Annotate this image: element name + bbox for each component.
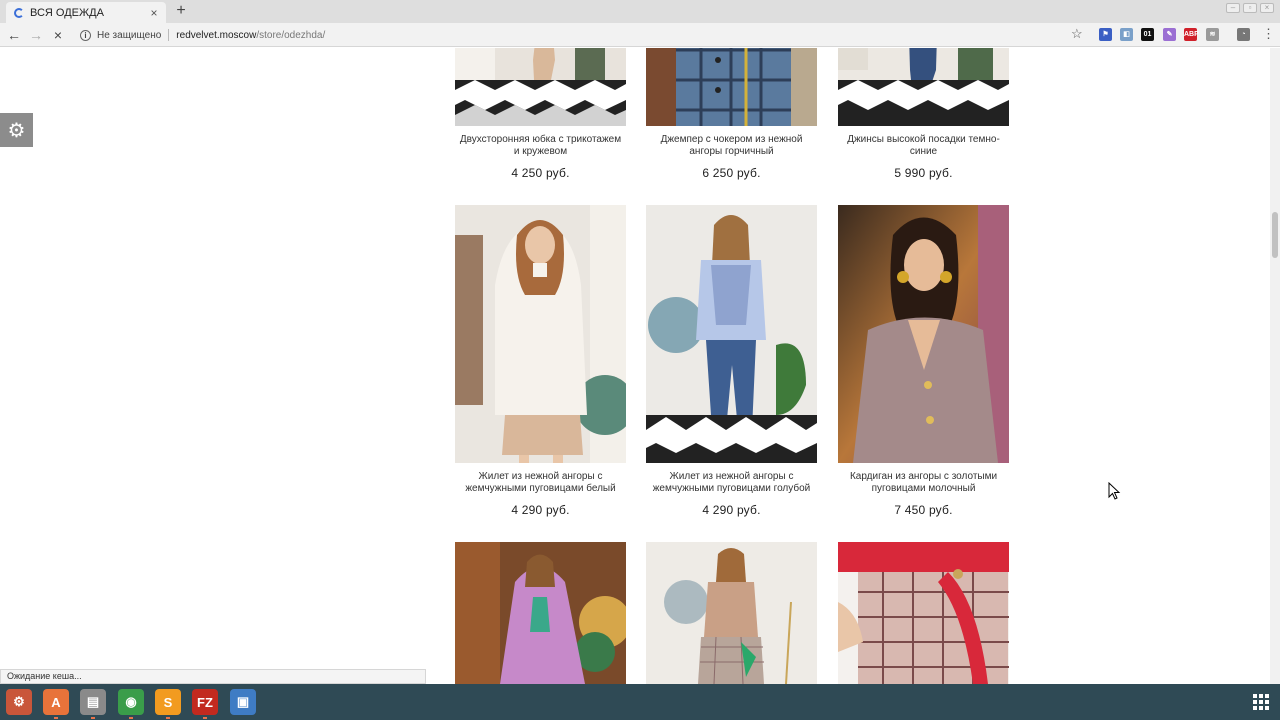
browser-toolbar: ← → × i Не защищено redvelvet.moscow/sto… (0, 23, 1280, 47)
tab-title: ВСЯ ОДЕЖДА (30, 6, 104, 19)
product-photo[interactable] (455, 205, 626, 463)
page-viewport: ⚙ Двухсторонняя юбка с трикотажем и круж… (0, 48, 1270, 684)
product-card[interactable]: Жилет из нежной ангоры с жемчужными пуго… (646, 205, 817, 517)
product-card[interactable]: Джемпер с чокером из нежной ангоры горчи… (646, 48, 817, 180)
scrollbar-thumb[interactable] (1272, 212, 1278, 258)
url-host[interactable]: redvelvet.moscow (176, 30, 256, 41)
back-arrow-icon[interactable]: ← (5, 26, 23, 44)
product-price: 4 250 руб. (511, 166, 570, 180)
loading-spinner-icon (14, 7, 24, 18)
file-manager-icon[interactable]: ▤ (80, 689, 106, 719)
tab-close-icon[interactable]: × (146, 6, 162, 20)
status-bubble: Ожидание кеша... (0, 669, 426, 684)
flag-extension-icon[interactable]: ⚑ (1099, 28, 1112, 41)
maximize-button[interactable]: ▫ (1243, 3, 1257, 13)
settings-gear-icon[interactable]: ⚙ (0, 113, 33, 147)
info-icon[interactable]: i (80, 29, 91, 41)
product-name[interactable]: Жилет из нежной ангоры с жемчужными пуго… (646, 471, 817, 495)
sublime-text-icon[interactable]: S (155, 689, 181, 719)
product-price: 6 250 руб. (702, 166, 761, 180)
address-separator (168, 29, 170, 41)
product-card[interactable]: Двухсторонняя юбка с трикотажем и кружев… (455, 48, 626, 180)
minimize-button[interactable]: – (1226, 3, 1240, 13)
product-photo[interactable] (646, 542, 817, 684)
page-scrollbar[interactable] (1270, 48, 1280, 684)
product-photo[interactable] (646, 205, 817, 463)
product-photo[interactable] (646, 48, 817, 126)
product-card[interactable]: Джинсы высокой посадки темно-синие 5 990… (838, 48, 1009, 180)
taskbar: ⚙ A ▤ ◉ S FZ ▣ (0, 684, 1280, 720)
product-name[interactable]: Джинсы высокой посадки темно-синие (838, 134, 1009, 158)
product-name[interactable]: Двухсторонняя юбка с трикотажем и кружев… (455, 134, 626, 158)
settings-app-icon[interactable]: ⚙ (6, 689, 32, 715)
browser-menu-icon[interactable]: ⋮ (1262, 27, 1275, 41)
layers-extension-icon[interactable]: ≋ (1206, 28, 1219, 41)
bookmark-star-icon[interactable]: ☆ (1071, 26, 1083, 42)
chrome-icon[interactable]: ◉ (118, 689, 144, 719)
product-photo[interactable] (455, 48, 626, 126)
software-center-icon[interactable]: A (43, 689, 69, 719)
window-controls: – ▫ × (1226, 3, 1274, 13)
close-window-button[interactable]: × (1260, 3, 1274, 13)
product-photo[interactable] (838, 205, 1009, 463)
tab-strip: ВСЯ ОДЕЖДА × + – ▫ × (0, 0, 1280, 23)
stop-loading-icon[interactable]: × (49, 26, 67, 44)
product-price: 4 290 руб. (511, 503, 570, 517)
product-price: 4 290 руб. (702, 503, 761, 517)
product-name[interactable]: Кардиган из ангоры с золотыми пуговицами… (838, 471, 1009, 495)
product-photo[interactable] (455, 542, 626, 684)
url-path[interactable]: /store/odezhda/ (256, 30, 325, 41)
browser-tab[interactable]: ВСЯ ОДЕЖДА × (6, 2, 166, 23)
product-card[interactable] (838, 542, 1009, 684)
running-indicator (203, 717, 207, 719)
address-bar[interactable]: i Не защищено redvelvet.moscow/store/ode… (74, 25, 1092, 45)
product-price: 5 990 руб. (894, 166, 953, 180)
pen-extension-icon[interactable]: ✎ (1163, 28, 1176, 41)
mouse-cursor-icon (1108, 482, 1121, 500)
running-indicator (91, 717, 95, 719)
product-card[interactable] (646, 542, 817, 684)
running-indicator (166, 717, 170, 719)
screenshot-app-icon[interactable]: ▣ (230, 689, 256, 715)
adblock-icon[interactable]: ABP (1184, 28, 1199, 41)
product-photo[interactable] (838, 48, 1009, 126)
product-card[interactable]: Жилет из нежной ангоры с жемчужными пуго… (455, 205, 626, 517)
window-extension-icon[interactable]: ◧ (1120, 28, 1133, 41)
forward-arrow-icon[interactable]: → (27, 26, 45, 44)
product-name[interactable]: Джемпер с чокером из нежной ангоры горчи… (646, 134, 817, 158)
product-card[interactable]: Кардиган из ангоры с золотыми пуговицами… (838, 205, 1009, 517)
security-label[interactable]: Не защищено (97, 30, 161, 41)
running-indicator (54, 717, 58, 719)
product-card[interactable] (455, 542, 626, 684)
product-price: 7 450 руб. (894, 503, 953, 517)
app-grid-icon[interactable] (1253, 694, 1269, 710)
product-photo[interactable] (838, 542, 1009, 684)
filezilla-icon[interactable]: FZ (192, 689, 218, 719)
running-indicator (129, 717, 133, 719)
new-tab-button[interactable]: + (172, 2, 190, 20)
profile-icon[interactable]: ◔ (1237, 28, 1250, 41)
product-name[interactable]: Жилет из нежной ангоры с жемчужными пуго… (455, 471, 626, 495)
counter-extension-icon[interactable]: 01 (1141, 28, 1154, 41)
